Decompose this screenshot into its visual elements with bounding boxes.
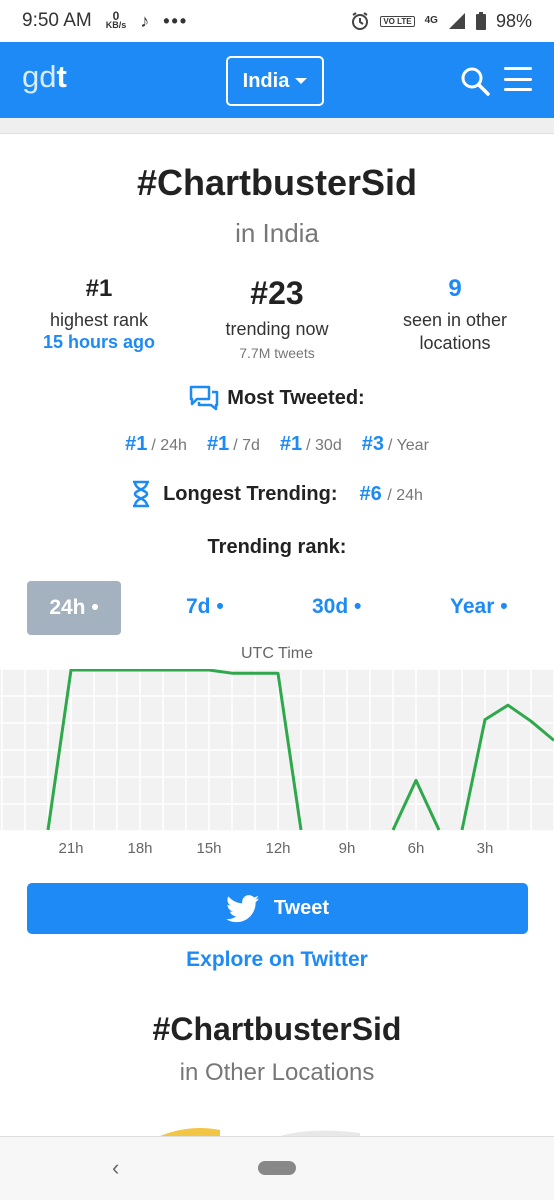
most-tweeted-ranks: #1/ 24h #1/ 7d #1/ 30d #3/ Year <box>0 433 554 456</box>
logo-text-bold: t <box>56 59 67 94</box>
stat-other-locations[interactable]: 9 seen in other locations <box>366 275 544 361</box>
chart-x-tick-label: 3h <box>477 840 494 857</box>
hashtag-title: #ChartbusterSid <box>136 162 418 203</box>
chart-x-tick-label: 15h <box>196 840 221 857</box>
alarm-icon <box>352 12 369 30</box>
tab-7d[interactable]: 7d • <box>186 595 224 619</box>
battery-icon <box>475 12 486 30</box>
caret-down-icon <box>295 78 308 84</box>
chart-x-tick-label: 18h <box>127 840 152 857</box>
chart-x-tick-label: 12h <box>265 840 290 857</box>
country-label: India <box>242 69 290 92</box>
period-tabs: 24h • 7d • 30d • Year • <box>0 581 554 635</box>
network-speed-unit: KB/s <box>105 20 127 30</box>
other-locations-label-line2: locations <box>419 333 491 353</box>
network-speed: 0 KB/s <box>105 10 127 30</box>
longest-trending-value[interactable]: #6 / 24h <box>350 483 423 506</box>
longest-trending-title: Longest Trending: <box>163 482 338 505</box>
explore-on-twitter-link[interactable]: Explore on Twitter <box>0 948 554 972</box>
android-nav-bar: ‹ <box>0 1136 554 1200</box>
rank-period: / 24h <box>387 486 423 504</box>
location-subtitle: in India <box>235 218 319 248</box>
chart-x-tick-label: 21h <box>58 840 83 857</box>
chart-x-tick-label: 6h <box>408 840 425 857</box>
country-select-button[interactable]: India <box>226 56 324 106</box>
hamburger-menu-icon[interactable] <box>504 67 532 91</box>
back-chevron-icon[interactable]: ‹ <box>112 1155 119 1181</box>
most-tweeted-30d[interactable]: #1/ 30d <box>280 433 342 456</box>
other-locations-label-line1: seen in other <box>402 310 508 330</box>
map-preview <box>160 1128 360 1136</box>
tab-year[interactable]: Year • <box>450 595 508 619</box>
other-locations-hashtag: #ChartbusterSid <box>152 1011 402 1047</box>
tab-24h[interactable]: 24h • <box>27 581 121 635</box>
tab-30d[interactable]: 30d • <box>312 595 361 619</box>
most-tweeted-year[interactable]: #3/ Year <box>362 433 429 456</box>
rank-period: / 7d <box>233 437 260 454</box>
logo-text-light: gd <box>22 59 57 94</box>
home-pill-icon[interactable] <box>258 1161 296 1175</box>
stat-trending-now: #23 trending now 7.7M tweets <box>188 275 366 361</box>
battery-percent: 98% <box>495 10 532 31</box>
most-tweeted-title: Most Tweeted: <box>227 386 365 409</box>
tweet-button[interactable]: Tweet <box>27 883 528 934</box>
most-tweeted-24h[interactable]: #1/ 24h <box>125 433 187 456</box>
rank-value: #6 <box>359 482 382 505</box>
network-type-4g: 4G <box>424 15 438 26</box>
rank-period: / 24h <box>151 437 187 454</box>
rank-value: #3 <box>361 433 384 455</box>
chat-bubbles-icon <box>190 385 219 411</box>
highest-rank-label: highest rank <box>49 310 149 330</box>
longest-trending-row: Longest Trending: #6 / 24h <box>0 480 554 508</box>
rank-period: / Year <box>387 437 429 454</box>
highest-rank-value: #1 <box>85 275 113 302</box>
trending-now-value: #23 <box>250 275 304 311</box>
tweet-button-label: Tweet <box>273 897 330 919</box>
gdt-logo[interactable]: gdt <box>22 59 67 95</box>
most-tweeted-7d[interactable]: #1/ 7d <box>207 433 260 456</box>
trending-rank-chart-svg: 21h 18h 15h 12h 9h 6h 3h <box>0 669 554 857</box>
app-header: gdt India <box>0 42 554 118</box>
rank-value: #1 <box>206 433 230 455</box>
status-time: 9:50 AM <box>22 10 92 31</box>
trending-now-label: trending now <box>225 319 329 339</box>
more-notifications-icon: ••• <box>163 10 189 31</box>
tiktok-icon: ♪ <box>140 10 150 31</box>
chart-axis-title: UTC Time <box>241 645 313 662</box>
highest-rank-time[interactable]: 15 hours ago <box>10 332 188 353</box>
rank-period: / 30d <box>306 437 342 454</box>
trending-rank-chart: 21h 18h 15h 12h 9h 6h 3h <box>0 669 554 869</box>
rank-value: #1 <box>125 433 148 455</box>
status-bar: 9:50 AM 0 KB/s ♪ ••• VO LTE 4G 98% <box>0 0 554 42</box>
hourglass-icon <box>133 480 150 508</box>
search-icon[interactable] <box>460 66 490 96</box>
signal-icon <box>448 13 465 29</box>
twitter-bird-icon <box>225 894 260 922</box>
tweet-count: 7.7M tweets <box>239 345 315 361</box>
other-locations-label: seen in other locations <box>366 309 544 355</box>
volte-icon: VO LTE <box>380 15 415 27</box>
trending-rank-title: Trending rank: <box>207 536 347 558</box>
most-tweeted-heading: Most Tweeted: <box>0 385 554 411</box>
stat-highest-rank: #1 highest rank 15 hours ago <box>10 275 188 361</box>
rank-value: #1 <box>279 433 303 455</box>
chart-x-tick-label: 9h <box>339 840 356 857</box>
header-divider <box>0 118 554 134</box>
stats-row: #1 highest rank 15 hours ago #23 trendin… <box>0 275 554 361</box>
other-locations-subtitle: in Other Locations <box>179 1059 375 1086</box>
other-locations-count[interactable]: 9 <box>366 275 544 303</box>
